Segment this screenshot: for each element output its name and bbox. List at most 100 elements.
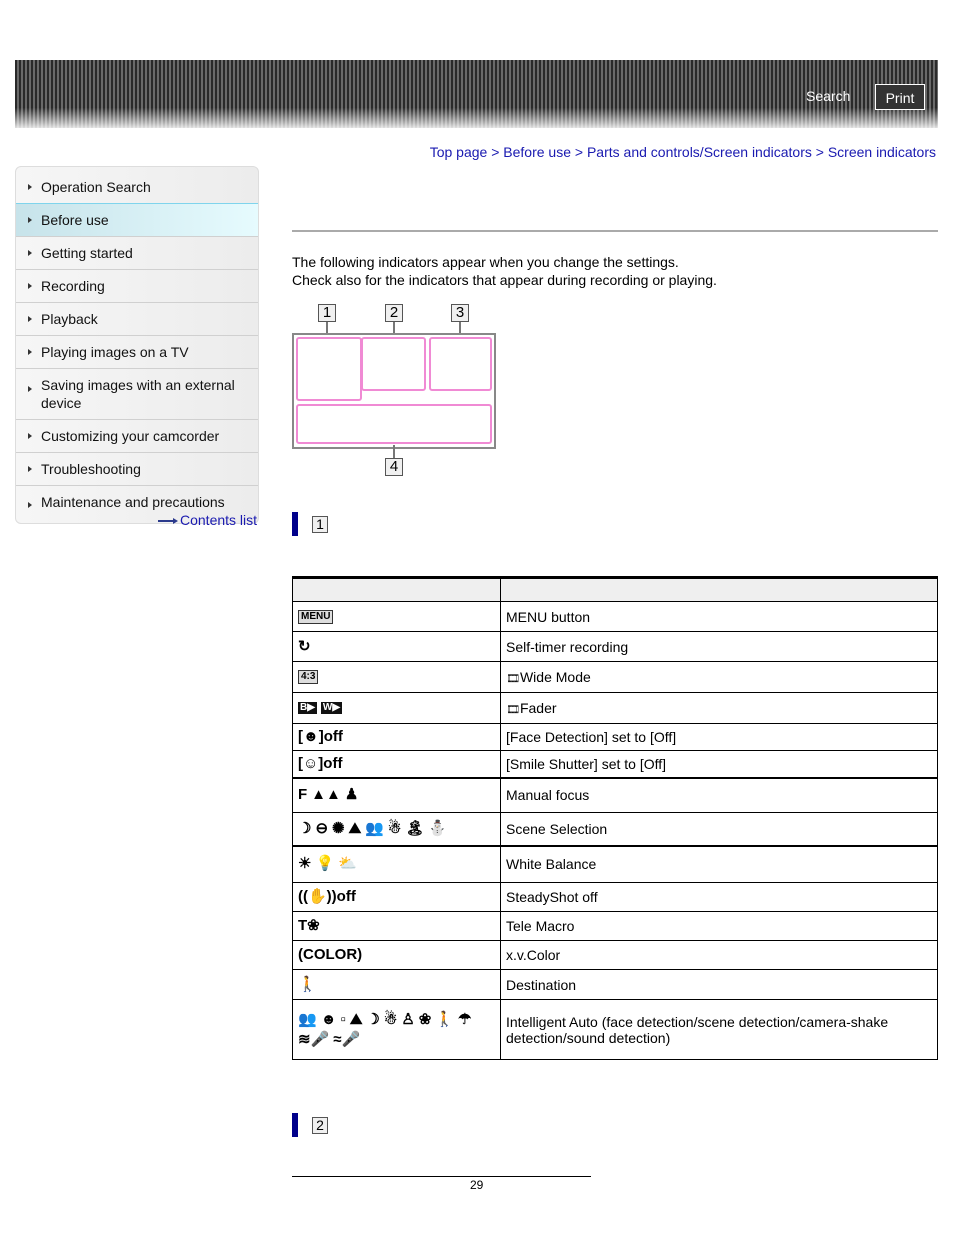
table-row: [☺]off [Smile Shutter] set to [Off] xyxy=(292,750,938,778)
diagram-leader-line xyxy=(393,445,395,459)
breadcrumb-top-page[interactable]: Top page xyxy=(430,144,488,160)
table-row: 4:3 🎞Wide Mode xyxy=(292,661,938,693)
indicator-description: Intelligent Auto (face detection/scene d… xyxy=(506,1013,889,1046)
indicator-cell: ☽ ⊖ ✺ ⛰ 👥 ☃ 🏝 ⛄ xyxy=(292,812,501,846)
sidebar-item-troubleshooting[interactable]: Troubleshooting xyxy=(16,452,258,485)
indicator-cell: [☺]off xyxy=(292,750,501,778)
table-header-meaning xyxy=(500,576,938,602)
movie-film-icon: 🎞 xyxy=(506,704,520,716)
indicator-description: [Face Detection] set to [Off] xyxy=(506,729,677,745)
ia-auto-wind-noise-icon: ≋🎤 xyxy=(298,1030,330,1048)
description-cell: 🎞Fader xyxy=(500,692,938,724)
sidebar-item-playback[interactable]: Playback xyxy=(16,302,258,335)
indicator-description: Self-timer recording xyxy=(506,638,629,655)
sidebar-item-saving-images[interactable]: Saving images with an external device xyxy=(16,368,258,419)
sunrise-sunset-icon: ⊖ xyxy=(315,819,329,837)
sidebar-item-label: Troubleshooting xyxy=(41,461,141,477)
description-cell: MENU button xyxy=(500,601,938,632)
indicator-cell: F ▲▲ ♟ xyxy=(292,776,501,813)
face-detection-off-icon: [☻]off xyxy=(298,728,343,745)
table-row: ↻ Self-timer recording xyxy=(292,631,938,662)
sidebar-item-recording[interactable]: Recording xyxy=(16,269,258,302)
diagram-area-3 xyxy=(429,337,492,391)
intro-text: The following indicators appear when you… xyxy=(292,253,717,289)
print-button[interactable]: Print xyxy=(875,84,925,110)
indicator-icons: ((✋))off xyxy=(298,889,495,905)
steadyshot-off-icon: ((✋))off xyxy=(298,888,356,905)
sidebar-item-operation-search[interactable]: Operation Search xyxy=(16,167,258,203)
ia-landscape-icon: ⛰ xyxy=(349,1010,363,1028)
indicator-cell: ☀ 💡 ⛅ xyxy=(292,844,501,883)
caret-right-icon xyxy=(28,316,32,322)
arrow-right-icon xyxy=(158,518,178,525)
description-cell: Tele Macro xyxy=(500,911,938,941)
table-row: ((✋))off SteadyShot off xyxy=(292,882,938,912)
ia-portrait-icon: 👥 xyxy=(298,1010,317,1028)
caret-right-icon xyxy=(28,433,32,439)
description-cell: [Face Detection] set to [Off] xyxy=(500,723,938,751)
spotlight-icon: ☃ xyxy=(387,819,402,837)
indicator-description: Wide Mode xyxy=(519,669,591,685)
indicator-icons: F ▲▲ ♟ xyxy=(298,787,495,803)
one-push-icon: ⛅ xyxy=(338,855,357,873)
contents-list-link[interactable]: Contents list xyxy=(158,512,257,528)
indicator-description: Tele Macro xyxy=(506,918,575,934)
indicator-icons: (COLOR) xyxy=(298,947,495,963)
indicator-icons: [☻]off xyxy=(298,729,495,745)
sidebar-item-playing-on-tv[interactable]: Playing images on a TV xyxy=(16,335,258,368)
breadcrumb-screen-indicators[interactable]: Screen indicators xyxy=(828,144,936,160)
table-row: ☽ ⊖ ✺ ⛰ 👥 ☃ 🏝 ⛄ Scene Selection xyxy=(292,812,938,846)
fader-white-icon: W▶ xyxy=(320,702,343,714)
focus-infinity-icon: ▲▲ xyxy=(311,786,341,804)
description-cell: [Smile Shutter] set to [Off] xyxy=(500,750,938,778)
table-row: 👥 ☻ ▫ ⛰ ☽ ☃ ♙ ❀ 🚶 ☂ ≋🎤 ≈🎤 Intelligent Auto (face det… xyxy=(292,999,938,1060)
breadcrumb-before-use[interactable]: Before use xyxy=(503,144,571,160)
indicator-icons: 4:3 xyxy=(298,670,495,684)
smile-shutter-off-icon: [☺]off xyxy=(298,754,343,772)
indicator-cell: ((✋))off xyxy=(292,882,501,912)
indicator-table: MENU MENU button ↻ Self-timer recording 4:3 🎞… xyxy=(292,576,938,1060)
section-number: 1 xyxy=(312,516,328,533)
contents-list-label: Contents list xyxy=(180,512,258,528)
breadcrumb-separator: > xyxy=(815,144,824,160)
title-divider xyxy=(292,230,938,232)
caret-right-icon xyxy=(28,466,32,472)
sidebar-item-customizing[interactable]: Customizing your camcorder xyxy=(16,419,258,452)
description-cell: Destination xyxy=(500,969,938,1000)
sidebar-item-before-use[interactable]: Before use xyxy=(16,203,258,237)
table-row: B▶ W▶ 🎞Fader xyxy=(292,692,938,724)
ia-low-light-icon: ♙ xyxy=(401,1010,415,1028)
indicator-description: White Balance xyxy=(506,856,597,873)
indicator-icons: B▶ W▶ xyxy=(298,702,495,714)
sidebar-item-getting-started[interactable]: Getting started xyxy=(16,236,258,269)
table-header-row xyxy=(292,576,938,602)
night-scene-icon: ☽ xyxy=(298,819,312,837)
diagram-label-1: 1 xyxy=(318,304,336,322)
indicator-icons: ☽ ⊖ ✺ ⛰ 👥 ☃ 🏝 ⛄ xyxy=(298,819,495,837)
intro-line-2: Check also for the indicators that appea… xyxy=(292,272,717,288)
xv-color-icon: (COLOR) xyxy=(298,946,363,963)
indicator-description: SteadyShot off xyxy=(506,889,598,905)
indicator-description: Manual focus xyxy=(506,787,590,804)
sidebar-item-label: Saving images with an external device xyxy=(41,377,235,411)
table-row: MENU MENU button xyxy=(292,601,938,632)
intro-line-1: The following indicators appear when you… xyxy=(292,254,679,270)
sidebar-item-label: Recording xyxy=(41,278,105,294)
indicator-cell: MENU xyxy=(292,601,501,632)
sidebar-nav: Operation Search Before use Getting star… xyxy=(15,166,259,524)
fader-black-icon: B▶ xyxy=(298,702,317,714)
table-row: [☻]off [Face Detection] set to [Off] xyxy=(292,723,938,751)
description-cell: SteadyShot off xyxy=(500,882,938,912)
description-cell: Self-timer recording xyxy=(500,631,938,662)
search-link[interactable]: Search xyxy=(806,88,850,104)
sidebar-item-label: Maintenance and precautions xyxy=(41,494,225,510)
caret-right-icon xyxy=(28,217,32,223)
section-marker xyxy=(292,512,298,536)
outdoor-icon: ☀ xyxy=(298,855,312,873)
caret-right-icon xyxy=(28,250,32,256)
indicator-cell: B▶ W▶ xyxy=(292,692,501,724)
breadcrumb-separator: > xyxy=(491,144,500,160)
aspect-4-3-icon: 4:3 xyxy=(298,670,319,684)
breadcrumb-parts-and-controls[interactable]: Parts and controls/Screen indicators xyxy=(587,144,812,160)
sidebar-item-label: Operation Search xyxy=(41,179,151,195)
